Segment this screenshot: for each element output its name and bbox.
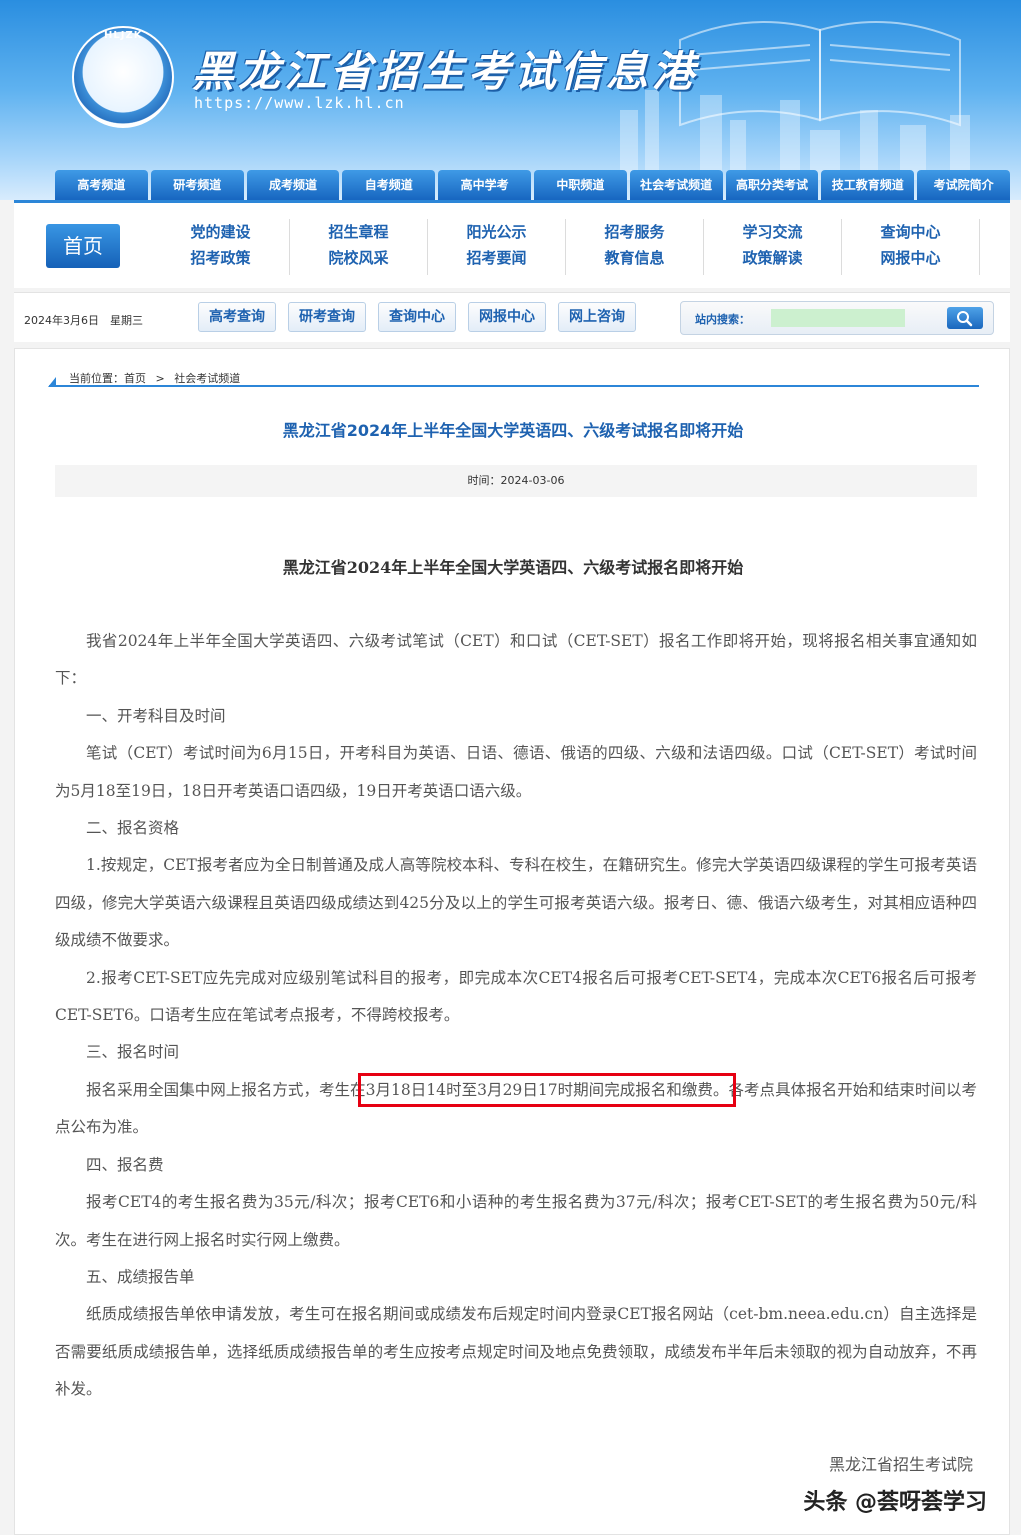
article-title: 黑龙江省2024年上半年全国大学英语四、六级考试报名即将开始: [282, 421, 744, 440]
nav-column: 阳光公示 招考要闻: [428, 219, 566, 275]
section-heading: 三、报名时间: [86, 1043, 180, 1062]
paragraph: 报考CET4的考生报名费为35元/科次；报考CET6和小语种的考生报名费为37元…: [55, 1193, 977, 1249]
breadcrumb-current[interactable]: 社会考试频道: [174, 372, 240, 385]
breadcrumb-text: 当前位置：首页 > 社会考试频道: [69, 370, 246, 386]
breadcrumb-home[interactable]: 当前位置：首页: [69, 372, 146, 385]
tab-jigong[interactable]: 技工教育频道: [821, 170, 915, 200]
paragraph: 我省2024年上半年全国大学英语四、六级考试笔试（CET）和口试（CET-SET…: [55, 632, 977, 688]
paragraph: 笔试（CET）考试时间为6月15日，开考科目为英语、日语、德语、俄语的四级、六级…: [55, 744, 977, 800]
tab-about[interactable]: 考试院简介: [917, 170, 1010, 200]
signature: 黑龙江省招生考试院: [828, 1455, 973, 1474]
text-span: 报名采用全国集中网上报名方式，考生在: [86, 1080, 366, 1099]
nav-column: 党的建设 招考政策: [152, 219, 290, 275]
home-button[interactable]: 首页: [46, 224, 120, 268]
search-input[interactable]: [771, 309, 905, 327]
article-body: 我省2024年上半年全国大学英语四、六级考试笔试（CET）和口试（CET-SET…: [55, 623, 977, 1409]
search-button[interactable]: [947, 307, 983, 329]
nav-column: 查询中心 网报中心: [842, 219, 980, 275]
highlighted-deadline: 3月18日14时至3月29日17时期间完成报名和缴费。: [357, 1072, 737, 1107]
main-nav: 首页 党的建设 招考政策 招生章程 院校风采 阳光公示 招考要闻 招考服务 教育…: [14, 200, 1010, 288]
yankao-query-button[interactable]: 研考查询: [288, 302, 366, 332]
gaokao-query-button[interactable]: 高考查询: [198, 302, 276, 332]
nav-link[interactable]: 招考服务: [566, 219, 703, 245]
nav-column: 招考服务 教育信息: [566, 219, 704, 275]
section-heading: 二、报名资格: [86, 819, 180, 838]
tab-zhongzhi[interactable]: 中职频道: [533, 170, 627, 200]
nav-link[interactable]: 招考要闻: [428, 245, 565, 271]
online-consult-button[interactable]: 网上咨询: [558, 302, 636, 332]
nav-link[interactable]: 院校风采: [290, 245, 427, 271]
nav-link[interactable]: 招生章程: [290, 219, 427, 245]
channel-tabs: 高考频道 研考频道 成考频道 自考频道 高中学考 中职频道 社会考试频道 高职分…: [55, 170, 1010, 200]
tab-gaozhi[interactable]: 高职分类考试: [725, 170, 819, 200]
online-registration-button[interactable]: 网报中心: [468, 302, 546, 332]
watermark: 头条 @荟呀荟学习: [803, 1490, 987, 1515]
header-banner: HLJZK 黑龙江省招生考试信息港 https://www.lzk.hl.cn …: [0, 0, 1021, 200]
tab-chengkao[interactable]: 成考频道: [246, 170, 340, 200]
nav-link[interactable]: 网报中心: [842, 245, 979, 271]
document-title: 黑龙江省2024年上半年全国大学英语四、六级考试报名即将开始: [282, 558, 744, 577]
breadcrumb-marker-icon: [48, 377, 56, 387]
breadcrumb: 当前位置：首页 > 社会考试频道: [48, 361, 979, 387]
tab-shehui[interactable]: 社会考试频道: [629, 170, 723, 200]
paragraph: 纸质成绩报告单依申请发放，考生可在报名期间或成绩发布后规定时间内登录CET报名网…: [55, 1305, 977, 1399]
search-label: 站内搜索：: [695, 313, 750, 326]
section-heading: 一、开考科目及时间: [86, 706, 226, 725]
site-url: https://www.lzk.hl.cn: [194, 94, 405, 112]
breadcrumb-separator: >: [155, 372, 165, 385]
section-heading: 五、成绩报告单: [86, 1267, 195, 1286]
article-panel: 当前位置：首页 > 社会考试频道 黑龙江省2024年上半年全国大学英语四、六级考…: [14, 348, 1010, 1535]
nav-link[interactable]: 阳光公示: [428, 219, 565, 245]
site-search: 站内搜索：: [680, 301, 994, 335]
current-date: 2024年3月6日 星期三: [24, 314, 143, 327]
site-logo[interactable]: [72, 26, 174, 128]
paragraph: 2.报考CET-SET应先完成对应级别笔试科目的报考，即完成本次CET4报名后可…: [55, 968, 977, 1025]
search-icon: [957, 311, 973, 327]
tab-zikao[interactable]: 自考频道: [342, 170, 436, 200]
tab-yankao[interactable]: 研考频道: [150, 170, 244, 200]
paragraph: 报名采用全国集中网上报名方式，考生在3月18日14时至3月29日17时期间完成报…: [55, 1072, 977, 1147]
nav-link[interactable]: 查询中心: [842, 219, 979, 245]
nav-link[interactable]: 学习交流: [704, 219, 841, 245]
section-heading: 四、报名费: [86, 1155, 164, 1174]
nav-link[interactable]: 党的建设: [152, 219, 289, 245]
logo-text: HLJZK: [104, 30, 143, 41]
nav-column: 招生章程 院校风采: [290, 219, 428, 275]
paragraph: 1.按规定，CET报考者应为全日制普通及成人高等院校本科、专科在校生，在籍研究生…: [55, 856, 977, 950]
tab-gaokao[interactable]: 高考频道: [55, 170, 148, 200]
nav-link[interactable]: 招考政策: [152, 245, 289, 271]
nav-link[interactable]: 教育信息: [566, 245, 703, 271]
tab-xuekao[interactable]: 高中学考: [438, 170, 531, 200]
query-bar: 2024年3月6日 星期三 高考查询 研考查询 查询中心 网报中心 网上咨询 站…: [14, 292, 1010, 342]
query-center-button[interactable]: 查询中心: [378, 302, 456, 332]
nav-link[interactable]: 政策解读: [704, 245, 841, 271]
publish-time: 时间：2024-03-06: [55, 465, 977, 497]
nav-column: 学习交流 政策解读: [704, 219, 842, 275]
site-title: 黑龙江省招生考试信息港: [192, 47, 699, 96]
